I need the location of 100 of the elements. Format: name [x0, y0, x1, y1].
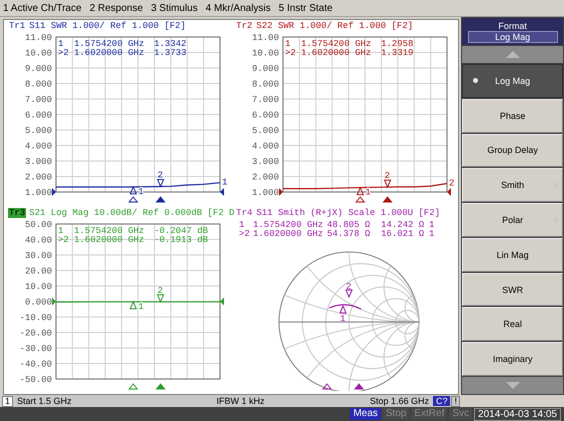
softkey-button[interactable]: SWR	[462, 272, 563, 306]
softkey-button[interactable]: Polar	[462, 203, 563, 237]
y-tick-label: 5.000	[24, 126, 52, 136]
marker-frequency: 1.6020000 GHz	[74, 235, 144, 245]
system-status-indicator: ExtRef	[411, 408, 448, 420]
marker-readout-label: >2	[239, 229, 250, 239]
marker-frequency: 1.6020000 GHz	[301, 48, 372, 58]
trace-end-label: 1	[222, 178, 228, 188]
marker-frequency: 1.6020000 GHz	[74, 48, 144, 58]
reference-arrow-icon	[52, 188, 56, 196]
y-tick-label: 9.000	[252, 64, 280, 74]
y-tick-label: -50.00	[20, 375, 52, 385]
softkey-button[interactable]: Lin Mag	[462, 238, 563, 272]
y-tick-label: -20.00	[20, 328, 52, 338]
y-tick-label: 4.000	[252, 142, 280, 152]
softkey-button[interactable]: Log Mag	[462, 64, 563, 98]
y-tick-label: -30.00	[20, 344, 52, 354]
menu-item[interactable]: 2 Response	[90, 2, 143, 14]
marker-number: 2	[158, 170, 163, 180]
date-time: 2014-04-03 14:05	[474, 408, 561, 420]
softkey-button[interactable]: Group Delay	[462, 134, 563, 168]
marker-number: 1	[138, 302, 144, 312]
softkey-button[interactable]: Phase	[462, 98, 563, 133]
y-tick-label: 5.000	[252, 126, 280, 136]
y-tick-label: 2.000	[252, 172, 280, 182]
y-tick-label: 10.00	[24, 48, 52, 58]
current-format-value: Log Mag	[468, 30, 558, 42]
y-tick-label: 8.000	[24, 80, 52, 90]
trace-title: S21 Log Mag 10.00dB/ Ref 0.000dB [F2 D	[29, 208, 234, 218]
marker-readout-label: 1	[58, 39, 64, 49]
y-tick-label: 0.000	[24, 298, 52, 308]
y-tick-label: -10.00	[20, 313, 52, 323]
marker-readout-label: >2	[285, 48, 296, 58]
marker-triangle-icon	[156, 178, 164, 188]
y-tick-label: 10.00	[252, 48, 280, 58]
scroll-down-button[interactable]	[462, 377, 563, 394]
y-tick-label: 40.00	[24, 236, 52, 246]
softkey-button[interactable]: Smith	[462, 168, 563, 202]
marker-triangle-icon	[156, 294, 164, 304]
marker-triangle-icon	[356, 186, 364, 196]
y-tick-label: 11.00	[252, 33, 280, 43]
y-tick-label: 50.00	[24, 220, 52, 230]
y-tick-label: 3.000	[24, 157, 52, 167]
trace-label[interactable]: Tr2	[235, 20, 254, 30]
start-frequency: Start 1.5 GHz	[17, 396, 72, 406]
reference-arrow-icon	[279, 188, 284, 196]
marker-frequency: 1.6020000 GHz	[253, 229, 324, 239]
down-arrow-icon	[506, 382, 520, 390]
marker-readout-label: >2	[58, 48, 69, 58]
up-arrow-icon	[506, 51, 520, 58]
marker-value: 1.3342	[154, 39, 186, 49]
trace-title: S22 SWR 1.000/ Ref 1.000 [F2]	[256, 20, 414, 30]
trace-label[interactable]: Tr1	[8, 20, 26, 30]
marker-value: 1.3733	[154, 48, 186, 58]
y-tick-label: 10.00	[24, 282, 52, 292]
reference-arrow-icon	[447, 188, 452, 196]
y-tick-label: 4.000	[24, 142, 52, 152]
y-tick-label: 6.000	[252, 110, 280, 120]
softkey-menu-title: Format	[498, 20, 527, 30]
menu-item[interactable]: 1 Active Ch/Trace	[3, 2, 82, 14]
marker-number: 2	[346, 282, 352, 292]
trace-label[interactable]: Tr3	[8, 208, 26, 218]
marker-readout-label: >2	[58, 235, 69, 245]
marker-value: 1	[429, 220, 435, 230]
system-status-indicator: Stop	[382, 408, 410, 420]
y-tick-label: 11.00	[24, 33, 52, 43]
marker-value: 1.3319	[381, 48, 414, 58]
softkey-button[interactable]: Imaginary	[462, 342, 563, 376]
marker-frequency: 1.5754200 GHz	[301, 39, 372, 49]
menu-item[interactable]: 5 Instr State	[278, 2, 333, 14]
trace-label[interactable]: Tr4	[235, 208, 254, 218]
marker-value: 1	[429, 229, 435, 239]
y-tick-label: 7.000	[24, 95, 52, 105]
system-status-indicator: Meas	[350, 408, 381, 420]
menu-item[interactable]: 3 Stimulus	[150, 2, 198, 14]
system-status-indicator: Svc	[449, 408, 472, 420]
marker-frequency: 1.5754200 GHz	[74, 39, 144, 49]
marker-number: 2	[384, 171, 390, 182]
marker-readout-label: 1	[285, 39, 291, 49]
y-tick-label: -40.00	[20, 360, 52, 370]
marker-value: -0.2047 dB	[154, 226, 208, 236]
menu-item[interactable]: 4 Mkr/Analysis	[206, 2, 271, 14]
y-tick-label: 8.000	[252, 80, 280, 90]
reference-arrow-icon	[52, 298, 56, 306]
marker-value: 54.378 Ω	[327, 229, 370, 239]
marker-value: -0.1913 dB	[154, 235, 208, 245]
trace-title: S11 Smith (R+jX) Scale 1.000U [F2]	[256, 208, 440, 218]
reference-arrow-icon	[220, 188, 224, 196]
stop-frequency: Stop 1.66 GHz	[370, 396, 429, 406]
marker-readout-label: 1	[58, 226, 64, 236]
trace-title: S11 SWR 1.000/ Ref 1.000 [F2]	[29, 20, 186, 30]
y-tick-label: 9.000	[24, 64, 52, 74]
trace-end-label: 2	[449, 178, 455, 188]
calibration-status: C?	[432, 396, 450, 406]
marker-readout-label: 1	[239, 220, 245, 230]
y-tick-label: 1.000	[24, 188, 52, 198]
marker-number: 1	[340, 314, 346, 324]
y-tick-label: 20.00	[24, 266, 52, 276]
softkey-button[interactable]: Real	[462, 307, 563, 342]
marker-frequency: 1.5754200 GHz	[74, 226, 144, 236]
